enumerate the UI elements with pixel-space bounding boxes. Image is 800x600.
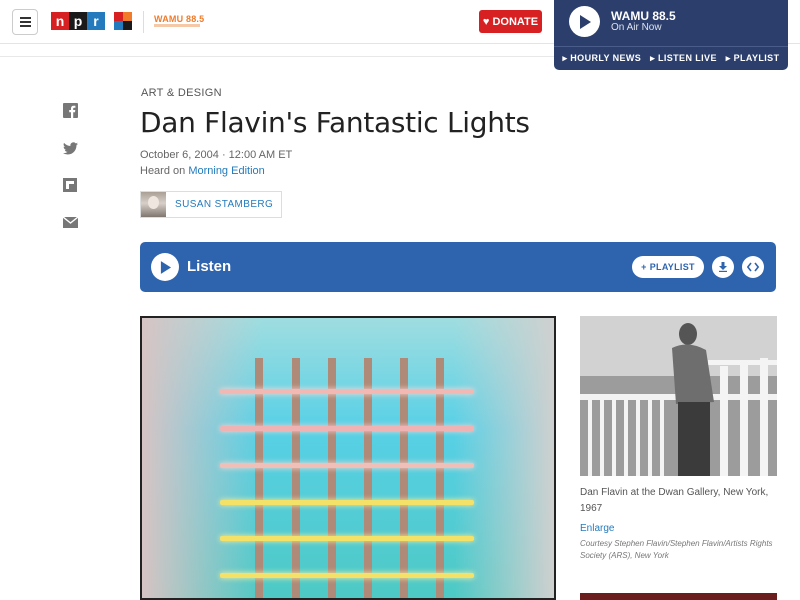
byline[interactable]: SUSAN STAMBERG [140,191,283,218]
npr-logo[interactable]: n p r [51,12,105,30]
live-player: WAMU 88.5 On Air Now ▸ HOURLY NEWS ▸ LIS… [554,0,788,70]
player-links: ▸ HOURLY NEWS ▸ LISTEN LIVE ▸ PLAYLIST [554,46,788,70]
article-date: October 6, 2004 · 12:00 AM ET [140,149,293,161]
embed-button[interactable] [742,256,764,278]
avatar [141,192,166,217]
embed-icon [747,262,759,272]
photo-credit: Courtesy Stephen Flavin/Stephen Flavin/A… [580,539,773,560]
heard-on: Heard on Morning Edition [140,165,265,177]
download-icon [719,262,727,272]
header-rule [0,56,554,57]
program-link[interactable]: Morning Edition [188,165,264,177]
next-image[interactable] [580,593,777,600]
listen-label[interactable]: Listen [187,258,231,275]
station-logo[interactable]: WAMU 88.5 [154,14,204,24]
facebook-icon[interactable] [62,102,78,118]
hamburger-icon [19,17,31,19]
photo-caption: Dan Flavin at the Dwan Gallery, New York… [580,487,769,514]
donate-button[interactable]: ♥ DONATE [479,10,542,33]
flipboard-icon[interactable] [62,177,78,193]
twitter-icon[interactable] [62,140,78,156]
audio-play-button[interactable] [151,253,179,281]
station-tagline [154,24,200,27]
play-icon [160,260,171,274]
player-station: WAMU 88.5 [611,9,676,23]
plus-icon: + [641,262,647,272]
add-to-playlist-button[interactable]: + PLAYLIST [632,256,704,278]
npr-one-icon[interactable] [114,12,132,30]
article-slug[interactable]: ART & DESIGN [141,87,222,99]
playlist-link[interactable]: ▸ PLAYLIST [726,53,780,64]
play-icon [579,14,591,29]
enlarge-link[interactable]: Enlarge [580,523,614,534]
email-icon[interactable] [62,214,78,230]
header-divider [143,11,144,33]
artwork-image[interactable] [140,316,556,600]
flavin-photo[interactable] [580,316,777,476]
player-status: On Air Now [611,22,662,33]
audio-player: Listen + PLAYLIST [140,242,776,292]
page-title: Dan Flavin's Fantastic Lights [140,106,530,139]
menu-button[interactable] [12,9,38,35]
live-play-button[interactable] [569,6,600,37]
author-name[interactable]: SUSAN STAMBERG [175,199,273,210]
hourly-news-link[interactable]: ▸ HOURLY NEWS [562,53,641,64]
listen-live-link[interactable]: ▸ LISTEN LIVE [650,53,717,64]
heart-icon: ♥ [482,15,490,28]
download-button[interactable] [712,256,734,278]
